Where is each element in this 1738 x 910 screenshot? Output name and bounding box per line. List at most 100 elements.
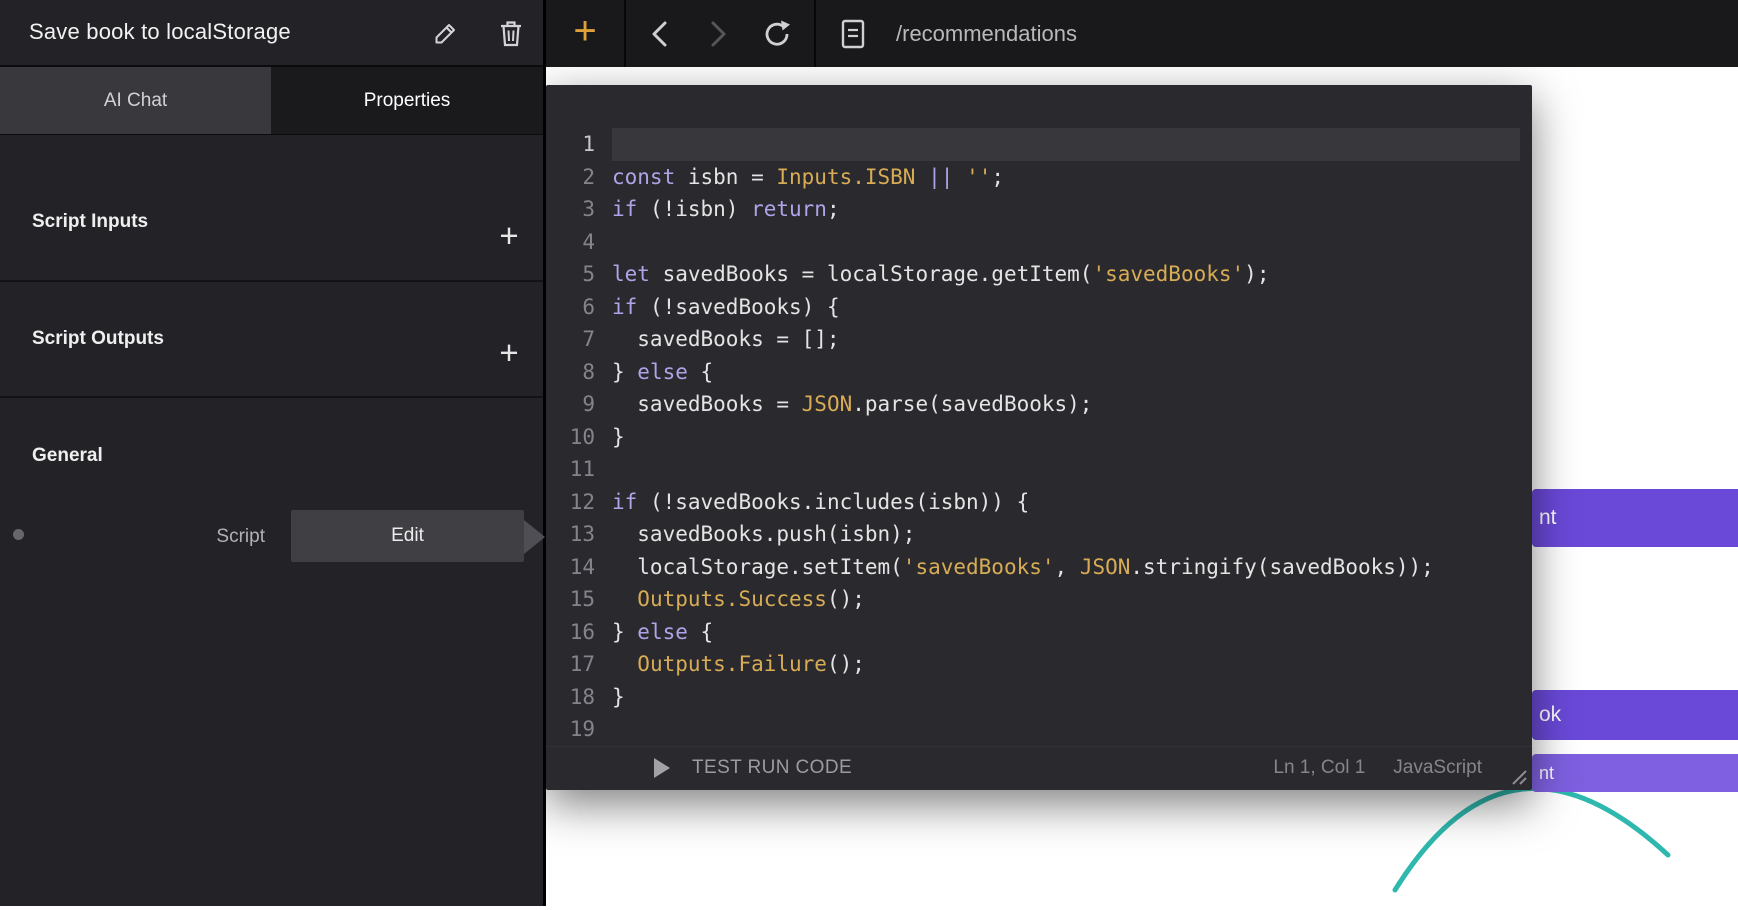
editor-status-bar: TEST RUN CODE Ln 1, Col 1 JavaScript — [546, 746, 1532, 791]
code-line-content: savedBooks.push(isbn); — [612, 518, 1520, 551]
code-line[interactable]: 3if (!isbn) return; — [546, 193, 1532, 226]
document-icon — [840, 18, 866, 50]
line-number: 17 — [546, 648, 612, 681]
code-line-content: } else { — [612, 616, 1520, 649]
refresh-button[interactable] — [750, 0, 804, 67]
trash-icon — [499, 20, 523, 47]
page-button[interactable] — [828, 0, 878, 67]
line-number: 11 — [546, 453, 612, 486]
code-line-content — [612, 453, 1520, 486]
line-number: 13 — [546, 518, 612, 551]
code-line[interactable]: 16} else { — [546, 616, 1532, 649]
toolbar-separator — [814, 0, 816, 67]
code-line-content: if (!isbn) return; — [612, 193, 1520, 226]
code-line[interactable]: 1 — [546, 128, 1532, 161]
code-line-content — [612, 226, 1520, 259]
code-line-content: localStorage.setItem('savedBooks', JSON.… — [612, 551, 1520, 584]
section-divider — [0, 396, 543, 398]
line-number: 8 — [546, 356, 612, 389]
code-line[interactable]: 19 — [546, 713, 1532, 746]
delete-button[interactable] — [497, 19, 525, 47]
code-line-content: let savedBooks = localStorage.getItem('s… — [612, 258, 1520, 291]
code-line-content: } — [612, 421, 1520, 454]
code-line-content: if (!savedBooks.includes(isbn)) { — [612, 486, 1520, 519]
code-line[interactable]: 13 savedBooks.push(isbn); — [546, 518, 1532, 551]
line-number: 19 — [546, 713, 612, 746]
preview-toolbar: + /recommendations — [546, 0, 1738, 67]
code-line[interactable]: 4 — [546, 226, 1532, 259]
chevron-right-icon — [702, 18, 732, 50]
line-number: 3 — [546, 193, 612, 226]
code-line[interactable]: 8} else { — [546, 356, 1532, 389]
popover-arrow — [524, 520, 545, 554]
code-line[interactable]: 18} — [546, 681, 1532, 714]
code-line-content: savedBooks = []; — [612, 323, 1520, 356]
code-line[interactable]: 10} — [546, 421, 1532, 454]
line-number: 6 — [546, 291, 612, 324]
code-line[interactable]: 5let savedBooks = localStorage.getItem('… — [546, 258, 1532, 291]
code-lines[interactable]: 12const isbn = Inputs.ISBN || '';3if (!i… — [546, 85, 1532, 746]
code-line[interactable]: 11 — [546, 453, 1532, 486]
background-button-fragment[interactable]: nt — [1532, 754, 1738, 792]
section-title-general: General — [32, 445, 103, 467]
panel-header: Save book to localStorage — [0, 0, 543, 67]
language-label: JavaScript — [1393, 757, 1482, 779]
back-button[interactable] — [636, 0, 686, 67]
toolbar-separator — [624, 0, 626, 67]
line-number: 5 — [546, 258, 612, 291]
line-number: 15 — [546, 583, 612, 616]
code-line-content: if (!savedBooks) { — [612, 291, 1520, 324]
url-text[interactable]: /recommendations — [896, 0, 1077, 67]
code-line-content: } else { — [612, 356, 1520, 389]
code-line[interactable]: 9 savedBooks = JSON.parse(savedBooks); — [546, 388, 1532, 421]
resize-handle[interactable] — [1509, 767, 1529, 787]
play-icon[interactable] — [654, 758, 670, 778]
script-edit-button[interactable]: Edit — [291, 510, 524, 562]
line-number: 18 — [546, 681, 612, 714]
code-line[interactable]: 7 savedBooks = []; — [546, 323, 1532, 356]
forward-button[interactable] — [692, 0, 742, 67]
line-number: 14 — [546, 551, 612, 584]
chevron-left-icon — [646, 18, 676, 50]
panel-divider — [543, 0, 546, 906]
add-script-input-button[interactable]: + — [492, 220, 526, 254]
code-line[interactable]: 15 Outputs.Success(); — [546, 583, 1532, 616]
edit-pencil-icon — [433, 20, 459, 46]
cursor-position: Ln 1, Col 1 — [1273, 757, 1365, 779]
add-script-output-button[interactable]: + — [492, 337, 526, 371]
code-editor-panel: 12const isbn = Inputs.ISBN || '';3if (!i… — [546, 85, 1532, 790]
tab-ai-chat[interactable]: AI Chat — [0, 67, 271, 135]
panel-title: Save book to localStorage — [29, 19, 291, 45]
bullet-indicator — [13, 529, 24, 540]
code-line[interactable]: 14 localStorage.setItem('savedBooks', JS… — [546, 551, 1532, 584]
section-divider — [0, 280, 543, 282]
line-number: 4 — [546, 226, 612, 259]
line-number: 12 — [546, 486, 612, 519]
add-button[interactable]: + — [554, 0, 616, 67]
script-field-label: Script — [120, 526, 265, 548]
properties-panel: Save book to localStorage AI Chat Proper… — [0, 0, 543, 906]
background-button-fragment[interactable]: ok — [1532, 690, 1738, 740]
line-number: 9 — [546, 388, 612, 421]
section-title-script-inputs: Script Inputs — [32, 211, 148, 233]
code-line-content: const isbn = Inputs.ISBN || ''; — [612, 161, 1520, 194]
code-line-content — [612, 713, 1520, 746]
code-line-content: Outputs.Failure(); — [612, 648, 1520, 681]
code-line[interactable]: 2const isbn = Inputs.ISBN || ''; — [546, 161, 1532, 194]
tab-properties[interactable]: Properties — [271, 67, 543, 135]
code-line-content: Outputs.Success(); — [612, 583, 1520, 616]
code-line[interactable]: 17 Outputs.Failure(); — [546, 648, 1532, 681]
line-number: 16 — [546, 616, 612, 649]
code-line[interactable]: 12if (!savedBooks.includes(isbn)) { — [546, 486, 1532, 519]
line-number: 10 — [546, 421, 612, 454]
rename-button[interactable] — [432, 19, 460, 47]
code-line[interactable]: 6if (!savedBooks) { — [546, 291, 1532, 324]
code-line-content: savedBooks = JSON.parse(savedBooks); — [612, 388, 1520, 421]
background-button-fragment[interactable]: nt — [1532, 489, 1738, 547]
line-number: 7 — [546, 323, 612, 356]
code-line-content — [612, 128, 1520, 161]
test-run-button[interactable]: TEST RUN CODE — [692, 757, 852, 779]
line-number: 2 — [546, 161, 612, 194]
code-line-content: } — [612, 681, 1520, 714]
line-number: 1 — [546, 128, 612, 161]
